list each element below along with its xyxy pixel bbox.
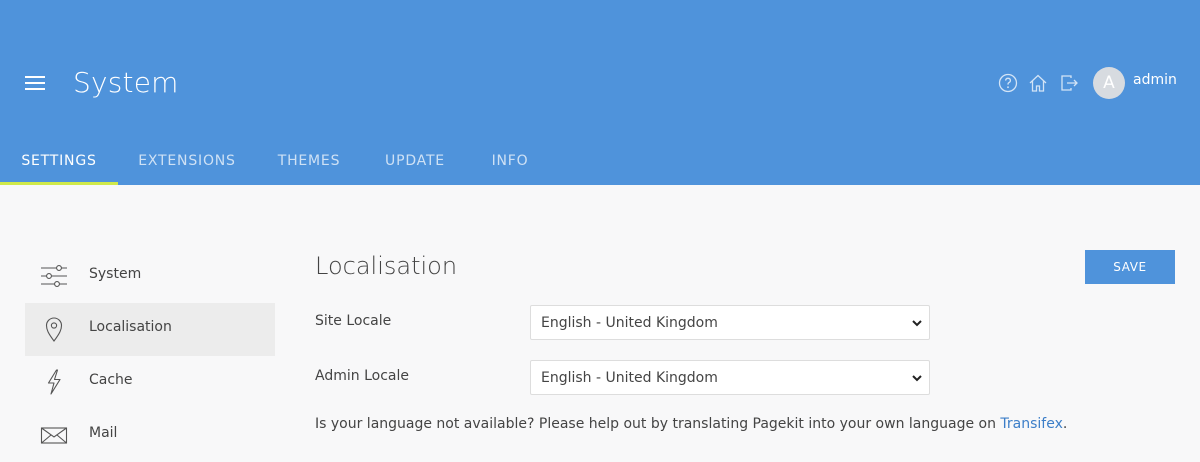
- sidebar-item-mail[interactable]: Mail: [25, 409, 275, 462]
- admin-locale-select[interactable]: English - United Kingdom: [530, 360, 930, 395]
- lightning-icon: [47, 369, 61, 395]
- tab-bar: SETTINGS EXTENSIONS THEMES UPDATE INFO: [0, 145, 1200, 185]
- tab-settings[interactable]: SETTINGS: [0, 145, 118, 185]
- site-locale-select[interactable]: English - United Kingdom: [530, 305, 930, 340]
- username[interactable]: admin: [1133, 72, 1177, 88]
- sidebar-item-label: Cache: [89, 372, 133, 388]
- help-text-end: .: [1062, 416, 1068, 432]
- top-bar: System A admin SETTINGS EXTENSIONS THEME…: [0, 0, 1200, 185]
- sidebar-item-label: Localisation: [89, 319, 172, 335]
- help-icon[interactable]: [998, 73, 1018, 93]
- tab-info[interactable]: INFO: [468, 145, 552, 185]
- tab-update[interactable]: UPDATE: [362, 145, 468, 185]
- tab-extensions[interactable]: EXTENSIONS: [118, 145, 256, 185]
- settings-sidebar: System Localisation Cache Mail: [25, 250, 275, 462]
- transifex-link[interactable]: Transifex: [1000, 416, 1062, 432]
- envelope-icon: [40, 427, 68, 444]
- sidebar-item-cache[interactable]: Cache: [25, 356, 275, 409]
- save-button[interactable]: SAVE: [1085, 250, 1175, 284]
- sidebar-item-system[interactable]: System: [25, 250, 275, 303]
- logout-icon[interactable]: [1059, 73, 1079, 93]
- admin-locale-label: Admin Locale: [315, 368, 409, 384]
- tab-themes[interactable]: THEMES: [256, 145, 362, 185]
- avatar[interactable]: A: [1093, 67, 1125, 99]
- help-text: Is your language not available? Please h…: [315, 416, 1067, 432]
- sidebar-item-label: System: [89, 266, 142, 282]
- sidebar-item-label: Mail: [89, 425, 118, 441]
- sidebar-item-localisation[interactable]: Localisation: [25, 303, 275, 356]
- section-title: Localisation: [315, 252, 458, 280]
- chevron-down-icon: [912, 320, 922, 327]
- page-title: System: [73, 66, 179, 99]
- location-pin-icon: [45, 317, 63, 342]
- site-locale-value: English - United Kingdom: [541, 315, 718, 331]
- home-icon[interactable]: [1028, 73, 1048, 93]
- site-locale-label: Site Locale: [315, 313, 392, 329]
- chevron-down-icon: [912, 375, 922, 382]
- sliders-icon: [41, 265, 67, 287]
- help-text-body: Is your language not available? Please h…: [315, 416, 1001, 432]
- menu-icon[interactable]: [25, 75, 45, 91]
- admin-locale-value: English - United Kingdom: [541, 370, 718, 386]
